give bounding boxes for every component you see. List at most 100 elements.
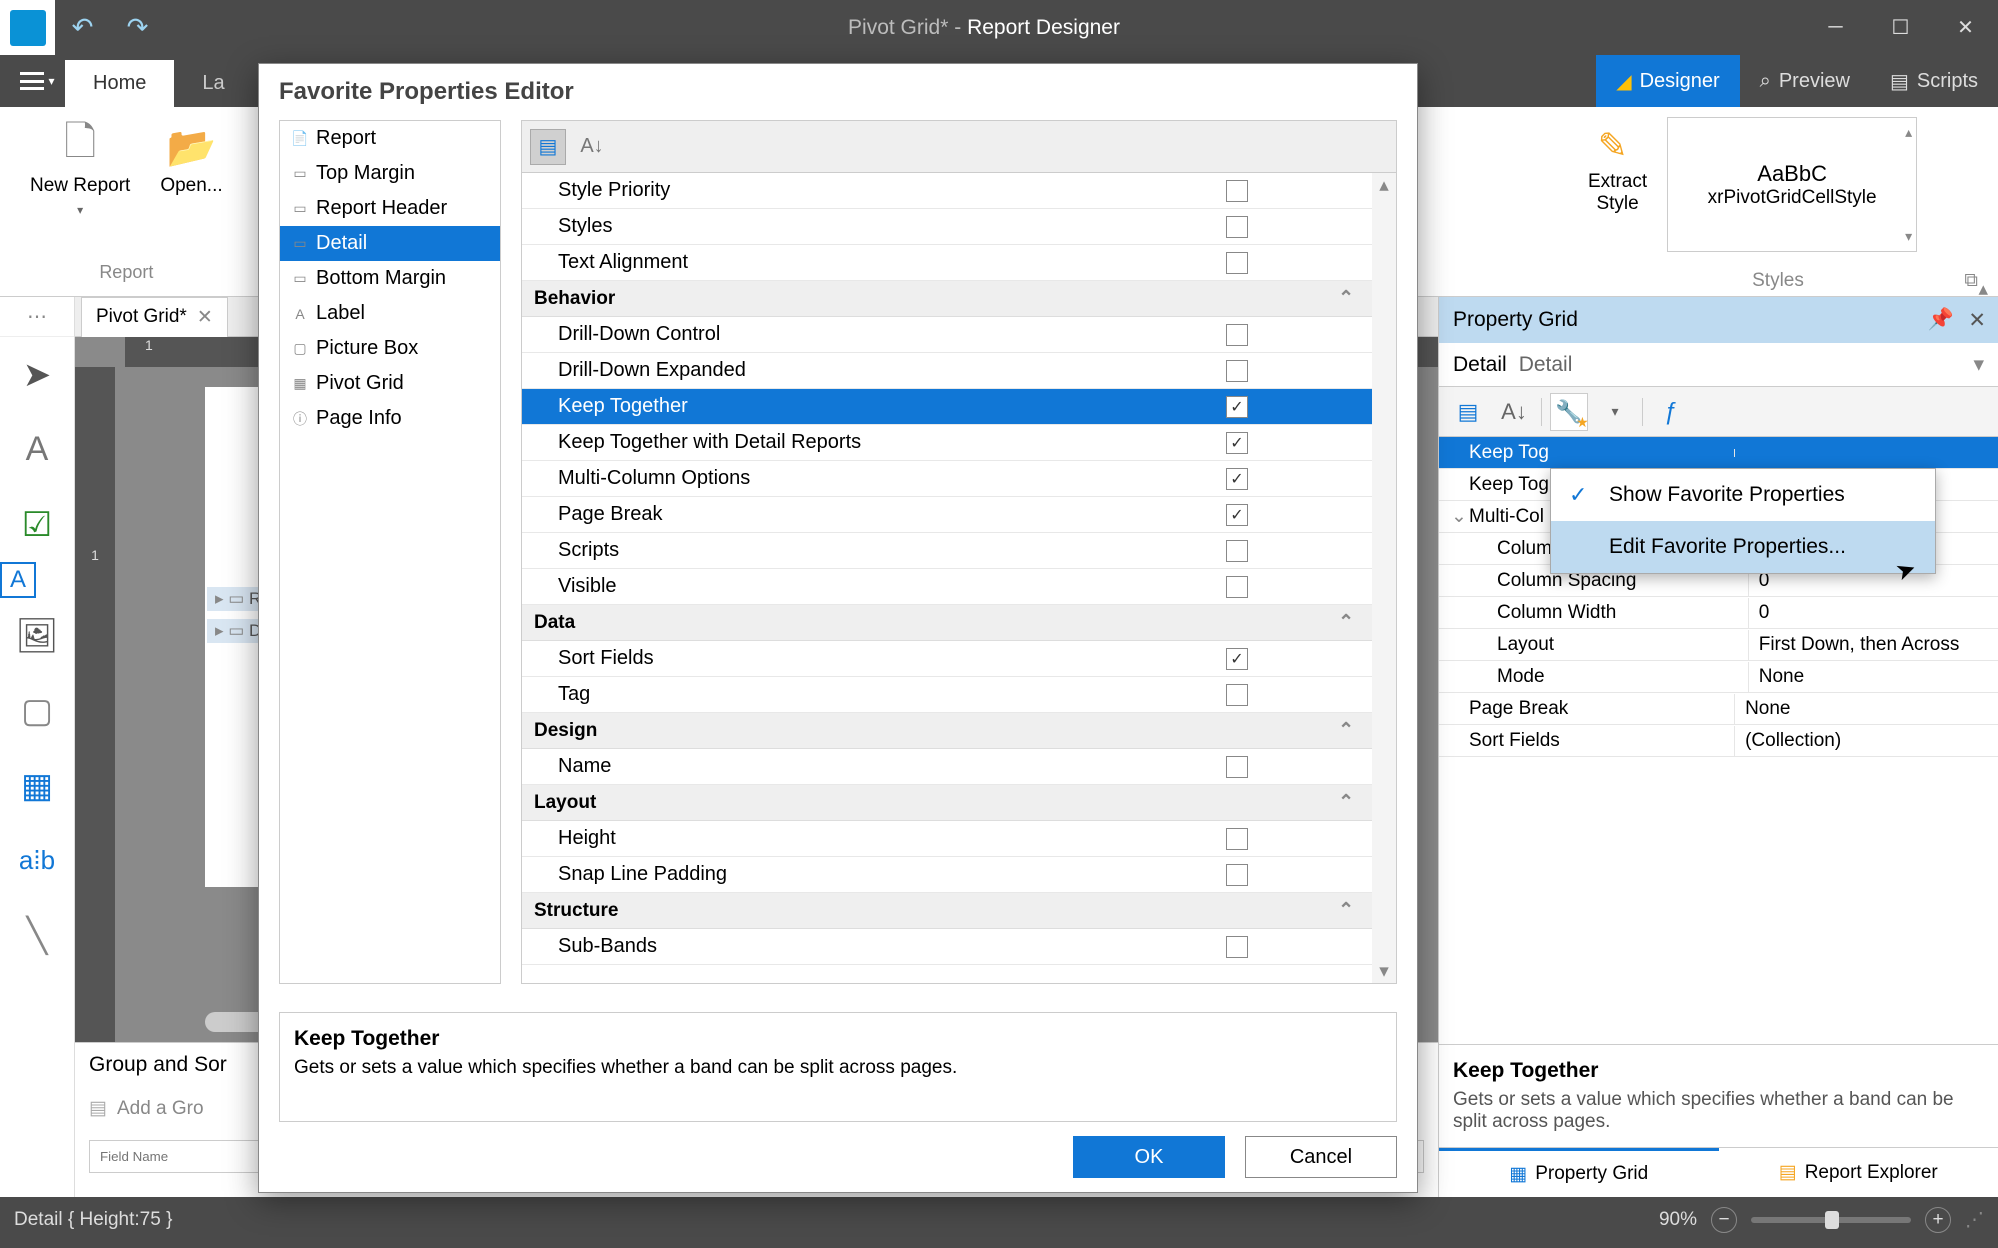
property-value[interactable]: 0 [1748, 598, 1998, 628]
property-checkbox[interactable]: ✓ [1226, 504, 1248, 526]
file-menu-button[interactable]: ▾ [10, 55, 65, 107]
tool-richtext[interactable]: A [0, 562, 36, 598]
document-tab[interactable]: Pivot Grid* ✕ [81, 297, 228, 337]
designer-view-button[interactable]: ◢ Designer [1596, 55, 1739, 107]
favorites-dropdown-button[interactable]: ▾ [1596, 393, 1634, 431]
chevron-down-icon[interactable]: ▾ [1973, 352, 1984, 377]
property-row[interactable]: Sub-Bands [522, 929, 1396, 965]
close-panel-icon[interactable]: ✕ [1968, 308, 1986, 333]
redo-button[interactable]: ↷ [110, 0, 165, 55]
property-checkbox[interactable] [1226, 936, 1248, 958]
property-grid-row[interactable]: Keep Tog [1439, 437, 1998, 469]
object-selector[interactable]: Detail Detail ▾ [1439, 343, 1998, 387]
element-type-item[interactable]: ▦Pivot Grid [280, 366, 500, 401]
maximize-button[interactable]: ☐ [1868, 0, 1933, 55]
style-gallery[interactable]: AaBbC xrPivotGridCellStyle ▴ ▾ [1667, 117, 1917, 252]
toolbox-options[interactable]: ⋯ [0, 297, 74, 337]
property-checkbox[interactable] [1226, 540, 1248, 562]
preview-view-button[interactable]: ⌕ Preview [1740, 55, 1870, 107]
categorized-view-button[interactable]: ▤ [530, 129, 566, 165]
tool-label[interactable]: A [0, 412, 74, 487]
property-checkbox[interactable] [1226, 180, 1248, 202]
property-category[interactable]: Behavior⌃ [522, 281, 1396, 317]
tab-home[interactable]: Home [65, 60, 174, 107]
favorites-button[interactable]: 🔧★ [1550, 393, 1588, 431]
property-grid-row[interactable]: Page BreakNone [1439, 693, 1998, 725]
zoom-out-button[interactable]: − [1711, 1207, 1737, 1233]
gallery-down-button[interactable]: ▾ [1905, 228, 1912, 245]
element-type-item[interactable]: ⓘPage Info [280, 401, 500, 436]
property-value[interactable]: None [1748, 662, 1998, 692]
property-category[interactable]: Data⌃ [522, 605, 1396, 641]
cancel-button[interactable]: Cancel [1245, 1136, 1397, 1178]
property-category[interactable]: Layout⌃ [522, 785, 1396, 821]
property-grid-row[interactable]: ModeNone [1439, 661, 1998, 693]
edit-favorite-properties-item[interactable]: Edit Favorite Properties... [1551, 521, 1935, 573]
tool-checkbox[interactable]: ☑ [0, 487, 74, 562]
extract-style-button[interactable]: ✎ Extract Style [1578, 117, 1657, 223]
property-checkbox[interactable]: ✓ [1226, 432, 1248, 454]
property-checkbox[interactable] [1226, 864, 1248, 886]
property-checkbox[interactable] [1226, 828, 1248, 850]
undo-button[interactable]: ↶ [55, 0, 110, 55]
ok-button[interactable]: OK [1073, 1136, 1225, 1178]
property-checkbox[interactable] [1226, 252, 1248, 274]
property-row[interactable]: Scripts [522, 533, 1396, 569]
new-report-button[interactable]: 🗋 New Report ▾ [20, 117, 140, 258]
property-checkbox[interactable]: ✓ [1226, 648, 1248, 670]
tool-pointer[interactable]: ➤ [0, 337, 74, 412]
close-tab-icon[interactable]: ✕ [197, 306, 213, 329]
element-type-item[interactable]: ▭Bottom Margin [280, 261, 500, 296]
minimize-button[interactable]: ─ [1803, 0, 1868, 55]
property-checkbox[interactable]: ✓ [1226, 396, 1248, 418]
element-type-item[interactable]: 📄Report [280, 121, 500, 156]
scripts-view-button[interactable]: ▤ Scripts [1870, 55, 1998, 107]
property-row[interactable]: Name [522, 749, 1396, 785]
property-row[interactable]: Keep Together✓ [522, 389, 1396, 425]
property-row[interactable]: Style Priority [522, 173, 1396, 209]
expression-button[interactable]: ƒ [1651, 393, 1689, 431]
styles-launcher-icon[interactable]: ⧉ [1964, 270, 1978, 292]
property-row[interactable]: Drill-Down Control [522, 317, 1396, 353]
property-checkbox[interactable] [1226, 216, 1248, 238]
tool-character-comb[interactable]: a⁞b [0, 823, 74, 898]
property-row[interactable]: Snap Line Padding [522, 857, 1396, 893]
element-type-item[interactable]: ▢Picture Box [280, 331, 500, 366]
alphabetical-button[interactable]: A↓ [1495, 393, 1533, 431]
property-checkbox[interactable] [1226, 756, 1248, 778]
property-value[interactable]: First Down, then Across [1748, 630, 1998, 660]
property-grid-row[interactable]: Sort Fields(Collection) [1439, 725, 1998, 757]
tab-report-explorer[interactable]: ▤ Report Explorer [1719, 1148, 1998, 1197]
close-window-button[interactable]: ✕ [1933, 0, 1998, 55]
scroll-down-button[interactable]: ▾ [1372, 959, 1396, 983]
scroll-up-button[interactable]: ▴ [1372, 173, 1396, 197]
element-type-item[interactable]: ALabel [280, 296, 500, 331]
property-row[interactable]: Tag [522, 677, 1396, 713]
property-row[interactable]: Styles [522, 209, 1396, 245]
property-checkbox[interactable] [1226, 684, 1248, 706]
property-value[interactable] [1734, 449, 1998, 457]
property-row[interactable]: Height [522, 821, 1396, 857]
tool-table[interactable]: ▦ [0, 748, 74, 823]
open-button[interactable]: 📂 Open... [150, 117, 232, 258]
zoom-in-button[interactable]: + [1925, 1207, 1951, 1233]
element-type-item[interactable]: ▭Report Header [280, 191, 500, 226]
categorized-button[interactable]: ▤ [1449, 393, 1487, 431]
property-checkbox[interactable] [1226, 360, 1248, 382]
alphabetical-view-button[interactable]: A↓ [574, 129, 610, 165]
property-value[interactable]: (Collection) [1734, 726, 1998, 756]
property-row[interactable]: Visible [522, 569, 1396, 605]
zoom-slider[interactable] [1751, 1217, 1911, 1223]
element-type-item[interactable]: ▭Detail [280, 226, 500, 261]
show-favorite-properties-item[interactable]: ✓ Show Favorite Properties [1551, 469, 1935, 521]
property-checkbox[interactable]: ✓ [1226, 468, 1248, 490]
expander-icon[interactable]: ⌄ [1449, 505, 1469, 528]
property-row[interactable]: Multi-Column Options✓ [522, 461, 1396, 497]
property-row[interactable]: Page Break✓ [522, 497, 1396, 533]
property-checkbox[interactable] [1226, 576, 1248, 598]
property-grid-row[interactable]: LayoutFirst Down, then Across [1439, 629, 1998, 661]
tab-layout[interactable]: La [174, 60, 252, 107]
tool-panel[interactable]: ▢ [0, 673, 74, 748]
add-group-icon[interactable]: ▤ [89, 1097, 107, 1120]
property-row[interactable]: Keep Together with Detail Reports✓ [522, 425, 1396, 461]
